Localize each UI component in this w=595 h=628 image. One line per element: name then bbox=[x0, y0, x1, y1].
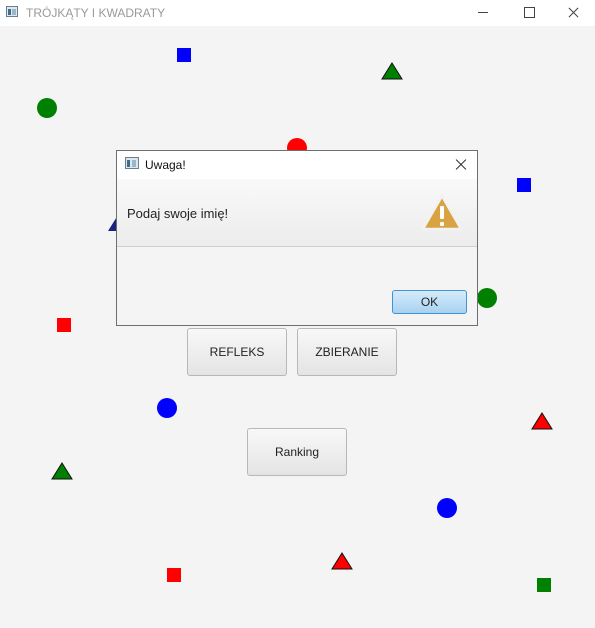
window-title: TRÓJKĄTY I KWADRATY bbox=[26, 6, 166, 20]
green-circle-shape bbox=[477, 288, 497, 308]
zbieranie-button[interactable]: ZBIERANIE bbox=[297, 328, 397, 376]
red-triangle-shape bbox=[531, 412, 553, 430]
alert-dialog: Uwaga! Podaj swoje imię! OK bbox=[116, 150, 478, 326]
ok-button[interactable]: OK bbox=[392, 290, 467, 314]
dialog-header: Podaj swoje imię! bbox=[117, 179, 477, 247]
blue-square-shape bbox=[517, 178, 531, 192]
blue-circle-shape bbox=[157, 398, 177, 418]
green-square-shape bbox=[537, 578, 551, 592]
close-button[interactable] bbox=[550, 0, 595, 26]
app-icon bbox=[6, 6, 18, 17]
dialog-app-icon bbox=[125, 157, 139, 169]
dialog-title: Uwaga! bbox=[145, 158, 186, 172]
window-titlebar: TRÓJKĄTY I KWADRATY bbox=[0, 0, 595, 26]
ranking-button[interactable]: Ranking bbox=[247, 428, 347, 476]
dialog-close-button[interactable] bbox=[451, 155, 471, 175]
refleks-button[interactable]: REFLEKS bbox=[187, 328, 287, 376]
green-triangle-shape bbox=[381, 62, 403, 80]
warning-icon bbox=[421, 194, 463, 231]
red-triangle-shape bbox=[331, 552, 353, 570]
red-square-shape bbox=[167, 568, 181, 582]
minimize-button[interactable] bbox=[460, 0, 506, 26]
maximize-button[interactable] bbox=[506, 0, 552, 26]
green-triangle-shape bbox=[51, 462, 73, 480]
blue-square-shape bbox=[177, 48, 191, 62]
green-circle-shape bbox=[37, 98, 57, 118]
dialog-message: Podaj swoje imię! bbox=[127, 206, 229, 221]
red-square-shape bbox=[57, 318, 71, 332]
dialog-titlebar: Uwaga! bbox=[117, 151, 477, 179]
blue-circle-shape bbox=[437, 498, 457, 518]
